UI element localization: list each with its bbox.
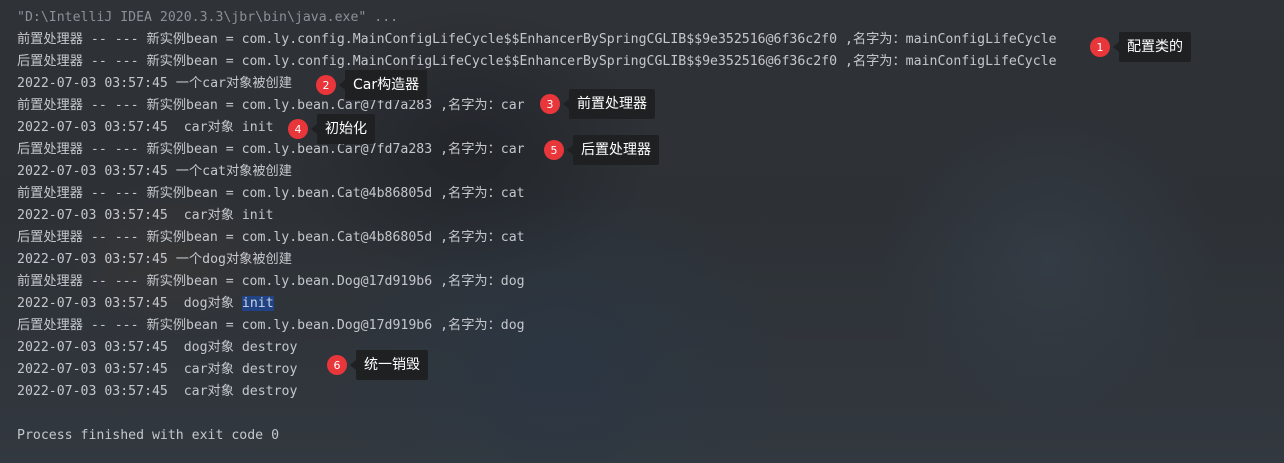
selected-text[interactable]: init: [241, 296, 274, 311]
annotation-5: 5 后置处理器: [544, 135, 659, 165]
console-line: 后置处理器 -- --- 新实例bean = com.ly.bean.Cat@4…: [17, 230, 525, 245]
annotation-label: 统一销毁: [350, 350, 428, 380]
annotation-label: 后置处理器: [567, 135, 659, 165]
console-line: 前置处理器 -- --- 新实例bean = com.ly.bean.Dog@1…: [17, 274, 525, 289]
annotation-badge: 3: [540, 94, 560, 114]
annotation-badge: 1: [1090, 37, 1110, 57]
console-line-text: 2022-07-03 03:57:45 dog对象: [17, 296, 242, 311]
annotation-3: 3 前置处理器: [540, 89, 655, 119]
console-line: 2022-07-03 03:57:45 car对象 destroy: [17, 384, 298, 399]
run-console-output[interactable]: "D:\IntelliJ IDEA 2020.3.3\jbr\bin\java.…: [0, 7, 1284, 447]
console-line: 后置处理器 -- --- 新实例bean = com.ly.bean.Dog@1…: [17, 318, 525, 333]
annotation-badge: 5: [544, 140, 564, 160]
annotation-1: 1 配置类的: [1090, 32, 1191, 62]
console-line: 2022-07-03 03:57:45 一个dog对象被创建: [17, 252, 292, 267]
annotation-4: 4 初始化: [288, 114, 375, 144]
annotation-label: Car构造器: [338, 70, 428, 100]
annotation-badge: 6: [327, 355, 347, 375]
console-line: 2022-07-03 03:57:45 car对象 init: [17, 208, 274, 223]
console-line: 前置处理器 -- --- 新实例bean = com.ly.bean.Cat@4…: [17, 186, 525, 201]
console-line-selected: 2022-07-03 03:57:45 dog对象 init: [0, 293, 1284, 315]
annotation-label: 前置处理器: [563, 89, 655, 119]
console-line-exit-status: Process finished with exit code 0: [17, 428, 280, 443]
annotation-label: 初始化: [311, 114, 375, 144]
console-line-command: "D:\IntelliJ IDEA 2020.3.3\jbr\bin\java.…: [17, 10, 399, 25]
console-line: 2022-07-03 03:57:45 car对象 destroy: [17, 362, 298, 377]
annotation-6: 6 统一销毁: [327, 350, 428, 380]
annotation-2: 2 Car构造器: [316, 70, 428, 100]
console-line: 2022-07-03 03:57:45 dog对象 destroy: [17, 340, 298, 355]
annotation-badge: 4: [288, 119, 308, 139]
annotation-label: 配置类的: [1113, 32, 1191, 62]
annotation-badge: 2: [316, 75, 336, 95]
